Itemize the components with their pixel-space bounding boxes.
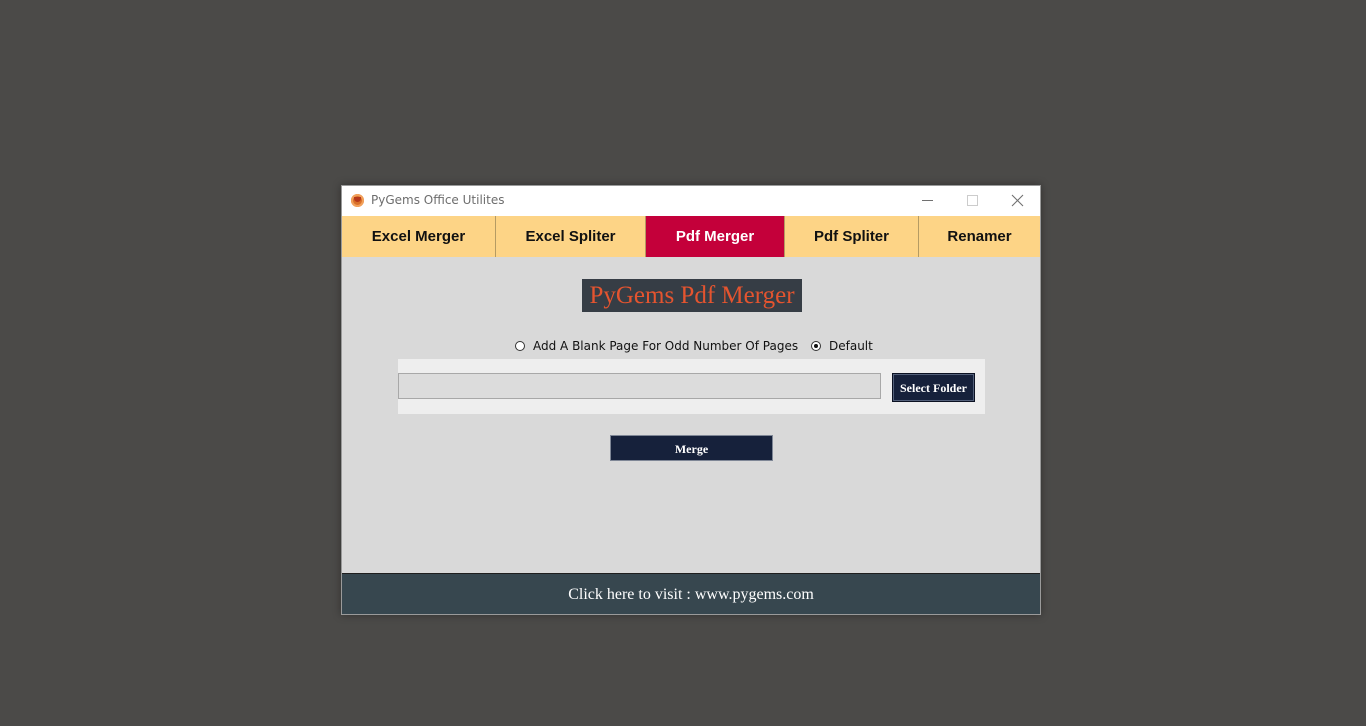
folder-select-panel: Select Folder: [398, 359, 985, 414]
blank-page-option-label: Add A Blank Page For Odd Number Of Pages: [533, 339, 799, 353]
website-link[interactable]: Click here to visit : www.pygems.com: [342, 573, 1040, 614]
radio-checked-icon[interactable]: [811, 341, 821, 351]
close-icon: [1011, 194, 1024, 207]
title-bar[interactable]: PyGems Office Utilites: [342, 186, 1040, 216]
tab-excel-merger[interactable]: Excel Merger: [342, 216, 496, 257]
tab-excel-spliter[interactable]: Excel Spliter: [496, 216, 646, 257]
window-title: PyGems Office Utilites: [371, 193, 505, 207]
tab-pdf-merger[interactable]: Pdf Merger: [646, 216, 785, 257]
close-button[interactable]: [995, 186, 1040, 216]
default-option[interactable]: Default: [811, 338, 873, 354]
tab-pdf-spliter[interactable]: Pdf Spliter: [785, 216, 919, 257]
maximize-button[interactable]: [950, 186, 995, 216]
tab-renamer[interactable]: Renamer: [919, 216, 1040, 257]
app-window: PyGems Office Utilites Excel Merger Exce…: [341, 185, 1041, 615]
radio-unchecked-icon[interactable]: [515, 341, 525, 351]
blank-page-option[interactable]: Add A Blank Page For Odd Number Of Pages: [515, 338, 798, 354]
merge-button[interactable]: Merge: [610, 435, 773, 461]
pdf-merger-panel: PyGems Pdf Merger Add A Blank Page For O…: [342, 257, 1040, 573]
minimize-icon: [922, 200, 933, 201]
page-title: PyGems Pdf Merger: [582, 279, 802, 312]
minimize-button[interactable]: [905, 186, 950, 216]
maximize-icon: [967, 195, 978, 206]
pygems-logo-icon: [351, 194, 364, 207]
tab-bar: Excel Merger Excel Spliter Pdf Merger Pd…: [342, 216, 1040, 257]
folder-path-input[interactable]: [398, 373, 881, 399]
select-folder-button[interactable]: Select Folder: [892, 373, 975, 402]
default-option-label: Default: [829, 339, 873, 353]
